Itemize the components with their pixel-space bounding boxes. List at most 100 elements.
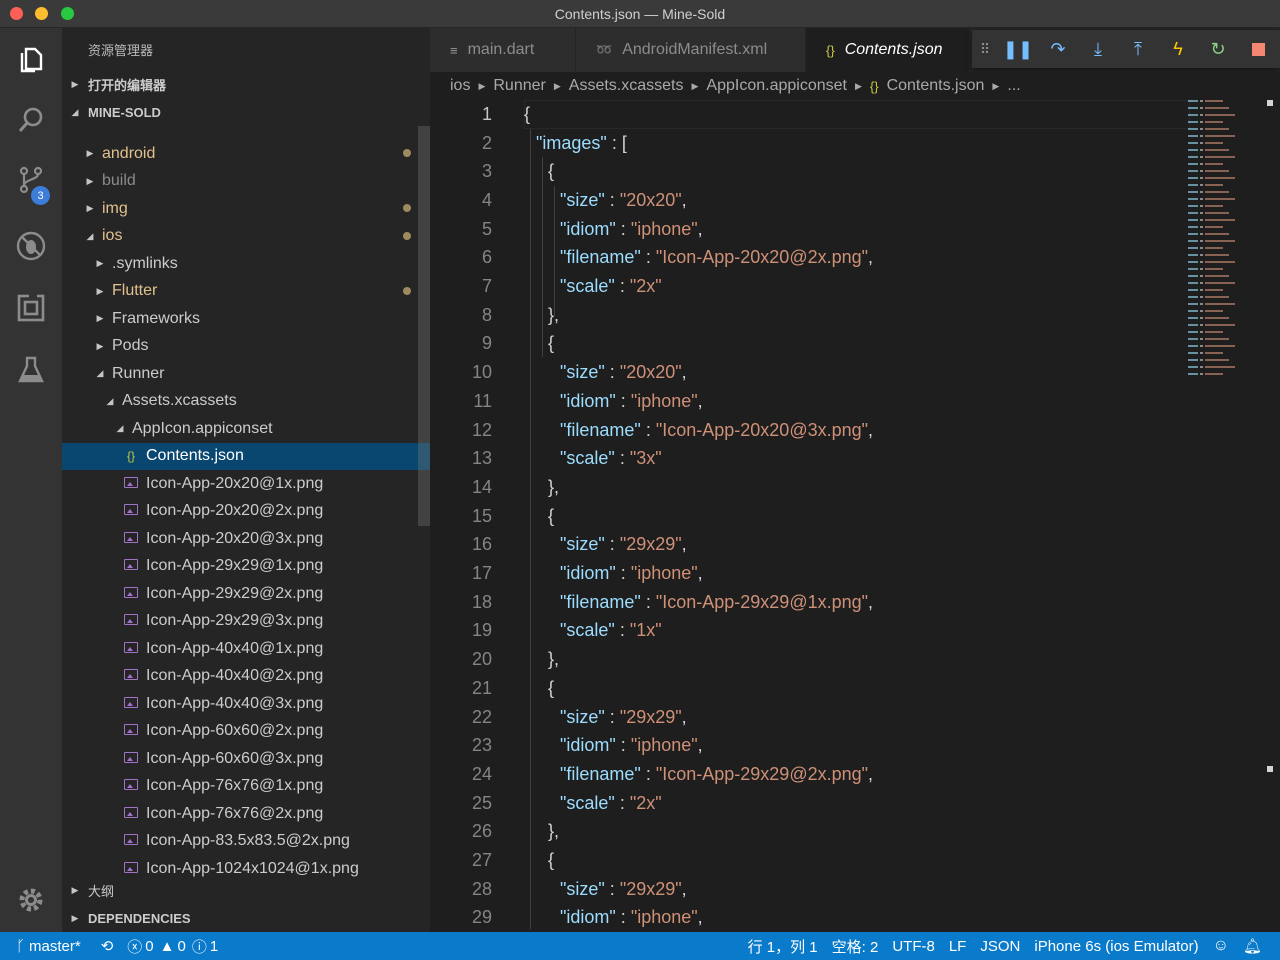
explorer-icon[interactable] [13,42,49,78]
tree-file[interactable]: Icon-App-60x60@2x.png [62,718,430,745]
breadcrumb-item[interactable]: Assets.xcassets [569,77,684,95]
sync-icon[interactable]: ⟲ [101,937,114,955]
restart-icon[interactable]: ↻ [1198,30,1238,68]
json-punctuation: : [615,390,631,411]
tree-folder[interactable]: ◢ Assets.xcassets [62,388,430,415]
activity-bar: 3 [0,28,62,932]
tab-main-dart[interactable]: ≡ main.dart [430,28,576,72]
step-out-icon[interactable]: ⤒ [1118,30,1158,68]
line-number: 11 [473,390,492,411]
step-into-icon[interactable]: ⤓ [1078,30,1118,68]
tree-file[interactable]: Icon-App-40x40@3x.png [62,690,430,717]
open-editors-section[interactable]: ▶ 打开的编辑器 [62,70,430,98]
device-selector[interactable]: iPhone 6s (ios Emulator) [1034,938,1198,955]
tree-folder[interactable]: ◢ Runner [62,360,430,387]
tree-file[interactable]: Icon-App-40x40@1x.png [62,635,430,662]
tab-android-manifest[interactable]: ➿ AndroidManifest.xml [576,28,806,72]
tab-contents-json[interactable]: {} Contents.json [806,28,970,72]
chevron-right-icon: ▶ [854,80,862,91]
tree-file[interactable]: Icon-App-29x29@3x.png [62,608,430,635]
json-key: "size" [560,878,605,899]
git-branch-icon: ᚴ [16,937,26,955]
pause-icon[interactable]: ❚❚ [998,30,1038,68]
tree-folder[interactable]: ▶ .symlinks [62,250,430,277]
json-punctuation: , [868,247,874,268]
line-number: 19 [471,620,492,641]
breadcrumb-item[interactable]: ios [450,77,470,95]
breadcrumb-item[interactable]: Contents.json [887,77,985,95]
breadcrumb-item[interactable]: AppIcon.appiconset [706,77,847,95]
tree-file[interactable]: Icon-App-60x60@3x.png [62,745,430,772]
tree-item-label: build [102,172,136,189]
breadcrumb-item[interactable]: Runner [493,77,545,95]
minimap-line [1188,240,1248,243]
minimap[interactable] [1188,100,1248,400]
tree-file[interactable]: Icon-App-29x29@1x.png [62,553,430,580]
minimap-line [1188,177,1248,180]
language-mode[interactable]: JSON [980,938,1020,955]
problems-indicator[interactable]: ⓧ 0 ▲ 0 ⓘ 1 [127,936,218,957]
project-section[interactable]: ◢ MINE-SOLD [62,98,430,126]
tree-file[interactable]: Icon-App-40x40@2x.png [62,663,430,690]
json-key: "scale" [560,276,615,297]
branch-indicator[interactable]: ᚴ master* [16,938,81,955]
end-of-line[interactable]: LF [949,938,967,955]
image-file-icon [124,641,138,656]
tree-folder[interactable]: ◢ AppIcon.appiconset [62,415,430,442]
tree-folder[interactable]: ▶ android [62,140,430,167]
tree-folder[interactable]: ▶ Flutter [62,278,430,305]
image-file-icon [124,861,138,876]
tree-file[interactable]: Icon-App-83.5x83.5@2x.png [62,828,430,855]
line-number: 9 [481,333,492,354]
notification-bell-icon[interactable]: 🔔︎ [1243,937,1262,955]
breadcrumb-item[interactable]: ... [1007,77,1020,95]
json-punctuation: { [548,505,555,526]
tree-folder[interactable]: ◢ ios [62,223,430,250]
line-number: 14 [471,476,492,497]
tree-folder[interactable]: ▶ build [62,168,430,195]
tree-folder[interactable]: ▶ Frameworks [62,305,430,332]
minimap-line [1188,345,1248,348]
cursor-position[interactable]: 行 1，列 1 [748,936,818,957]
minimap-line [1188,191,1248,194]
test-flask-icon[interactable] [13,352,49,388]
code-line: 12 "filename" : "Icon-App-20x20@3x.png", [430,416,1190,445]
drag-handle-icon[interactable]: ⠿ [972,30,998,68]
tree-item-label: .symlinks [112,254,178,272]
debug-icon[interactable] [13,228,49,264]
code-editor[interactable]: 1{2 "images" : [3{4 "size" : "20x20", 5 "idi… [430,100,1280,932]
minimap-line [1188,233,1248,236]
tree-file[interactable]: Icon-App-29x29@2x.png [62,580,430,607]
tree-file[interactable]: Icon-App-20x20@3x.png [62,525,430,552]
search-icon[interactable] [13,102,49,138]
feedback-smiley-icon[interactable]: ☺ [1213,937,1229,955]
indentation[interactable]: 空格: 2 [832,936,879,957]
tree-file[interactable]: {} Contents.json [62,442,430,470]
image-file-icon [124,724,138,738]
encoding[interactable]: UTF-8 [892,938,935,955]
json-string: "iphone" [630,735,698,756]
tree-folder[interactable]: ▶ img [62,195,430,222]
json-key: "size" [560,362,605,383]
json-punctuation: , [697,390,703,411]
dependencies-section[interactable]: ▶ DEPENDENCIES [62,904,430,932]
gear-icon[interactable] [13,882,49,918]
minimap-line [1188,247,1248,250]
stop-icon[interactable] [1238,30,1278,68]
tree-file[interactable]: Icon-App-76x76@2x.png [62,800,430,827]
code-line: 10 "size" : "20x20", [430,358,1190,387]
extensions-icon[interactable] [13,290,49,326]
status-bar: ᚴ master* ⟲ ⓧ 0 ▲ 0 ⓘ 1 行 1，列 1 空格: 2 UT… [0,932,1280,960]
code-line: 15 { [430,502,1190,531]
tree-file[interactable]: Icon-App-20x20@2x.png [62,498,430,525]
sidebar-scrollbar[interactable] [418,126,430,526]
tree-file[interactable]: Icon-App-76x76@1x.png [62,773,430,800]
outline-section[interactable]: ▶ 大纲 [62,876,430,904]
tree-folder[interactable]: ▶ Pods [62,333,430,360]
step-over-icon[interactable]: ↷ [1038,30,1078,68]
image-file-icon [124,806,138,821]
hot-reload-icon[interactable]: ϟ [1158,30,1198,68]
tree-file[interactable]: Icon-App-20x20@1x.png [62,470,430,497]
code-line: 2 "images" : [ [430,129,1190,158]
image-file-icon [124,751,138,766]
